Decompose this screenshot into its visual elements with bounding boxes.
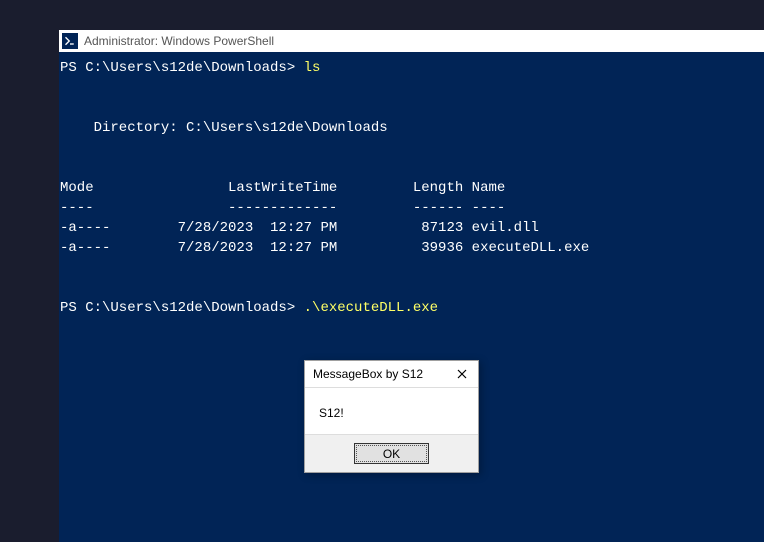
prompt-path: PS C:\Users\s12de\Downloads>: [60, 300, 304, 316]
window-titlebar[interactable]: Administrator: Windows PowerShell: [59, 30, 764, 52]
ok-button[interactable]: OK: [354, 443, 429, 464]
prompt-path: PS C:\Users\s12de\Downloads>: [60, 60, 304, 76]
listing-row: -a---- 7/28/2023 12:27 PM 39936 executeD…: [60, 240, 589, 256]
close-button[interactable]: [452, 365, 472, 383]
message-box: MessageBox by S12 S12! OK: [304, 360, 479, 473]
message-box-titlebar[interactable]: MessageBox by S12: [305, 361, 478, 388]
listing-header: Mode LastWriteTime Length Name: [60, 180, 505, 196]
directory-line: Directory: C:\Users\s12de\Downloads: [60, 120, 388, 136]
command-execute: .\executeDLL.exe: [304, 300, 438, 316]
message-box-body: S12!: [305, 388, 478, 434]
listing-row: -a---- 7/28/2023 12:27 PM 87123 evil.dll: [60, 220, 539, 236]
listing-separator: ---- ------------- ------ ----: [60, 200, 505, 216]
window-title: Administrator: Windows PowerShell: [84, 34, 274, 48]
message-box-title: MessageBox by S12: [313, 367, 423, 381]
message-box-footer: OK: [305, 434, 478, 472]
command-ls: ls: [304, 60, 321, 76]
close-icon: [457, 369, 467, 379]
powershell-icon: [62, 33, 78, 49]
